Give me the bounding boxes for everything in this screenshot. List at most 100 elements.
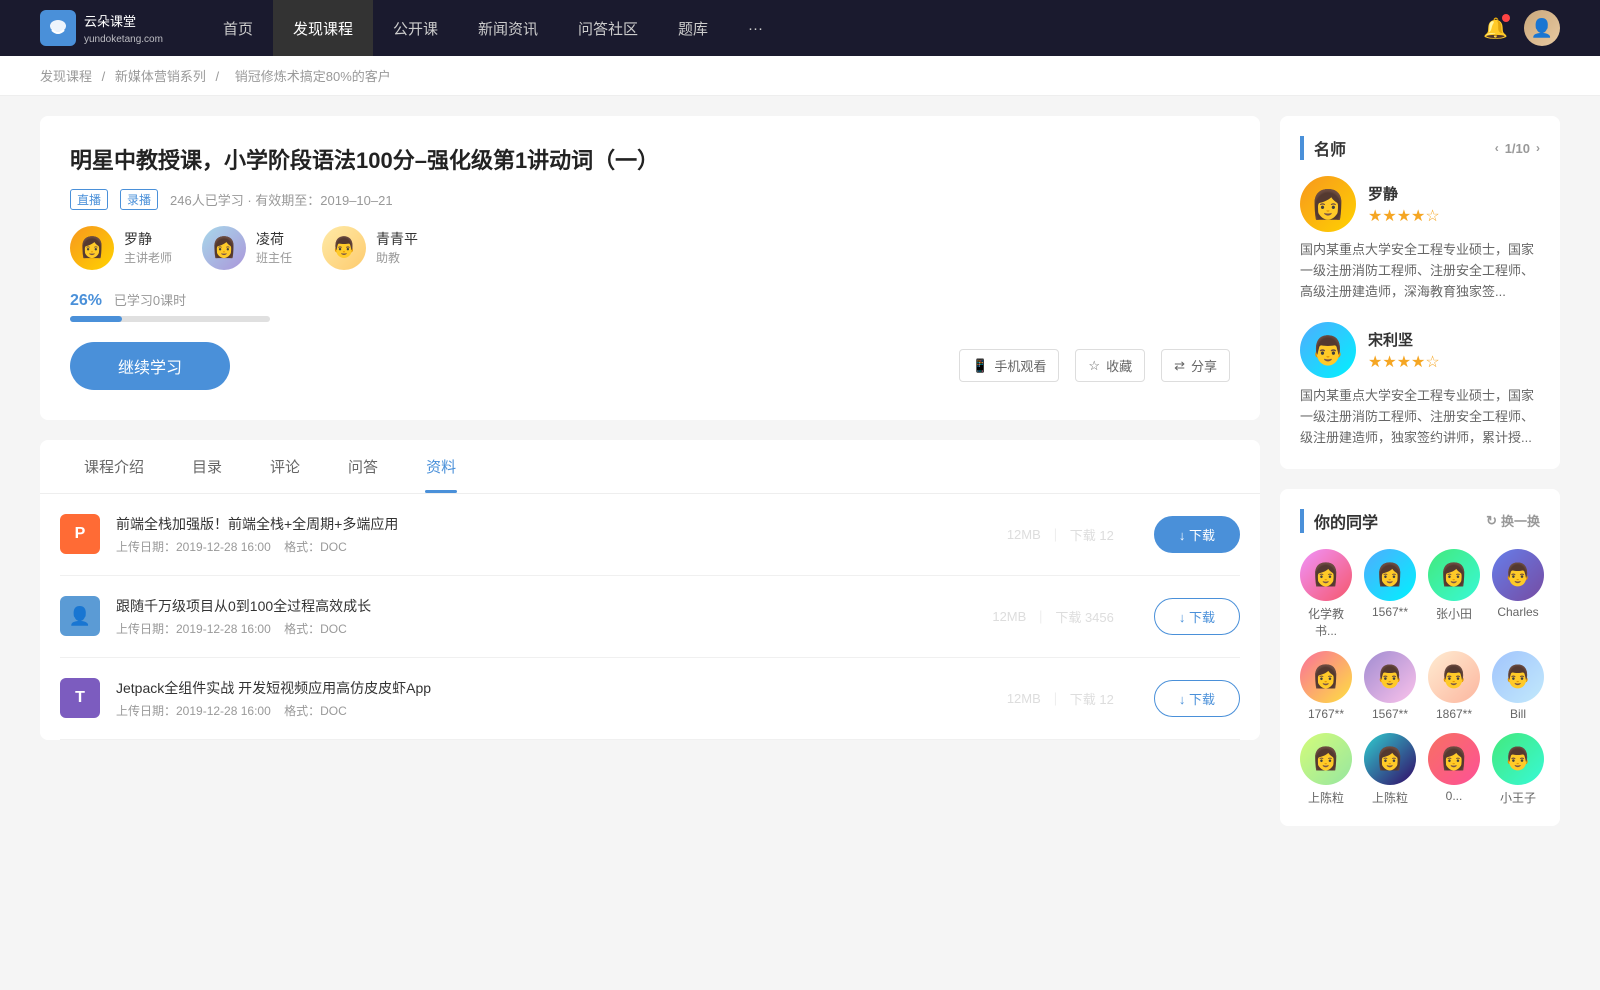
- teacher-1-avatar: 👩: [202, 226, 246, 270]
- download-button-0[interactable]: ↓ 下载: [1154, 516, 1240, 553]
- progress-bar-bg: [70, 316, 270, 322]
- teacher-1-role: 班主任: [256, 249, 292, 266]
- continue-button[interactable]: 继续学习: [70, 342, 230, 390]
- classmate-3-name: Charles: [1497, 605, 1538, 619]
- classmate-11[interactable]: 👨 小王子: [1492, 733, 1544, 806]
- share-icon: ⇄: [1174, 358, 1185, 374]
- tab-resources[interactable]: 资料: [402, 440, 480, 493]
- left-content: 明星中教授课，小学阶段语法100分–强化级第1讲动词（一） 直播 录播 246人…: [40, 116, 1260, 846]
- nav-more[interactable]: ···: [728, 0, 783, 56]
- teachers-sidebar-card: 名师 ‹ 1/10 › 👩 罗静 ★★★★☆ 国内某重点大学安全工程专业硕士，国…: [1280, 116, 1560, 469]
- teachers-section-title: 名师 ‹ 1/10 ›: [1300, 136, 1540, 160]
- progress-section: 26% 已学习0课时: [70, 290, 1230, 322]
- logo-icon: [40, 10, 76, 46]
- classmate-6-avatar: 👨: [1428, 651, 1480, 703]
- classmate-5[interactable]: 👨 1567**: [1364, 651, 1416, 721]
- classmate-4-name: 1767**: [1308, 707, 1344, 721]
- sidebar-teacher-1: 👨 宋利坚 ★★★★☆ 国内某重点大学安全工程专业硕士，国家一级注册消防工程师、…: [1300, 322, 1540, 448]
- teachers-list: 👩 罗静 主讲老师 👩 凌荷 班主任 👨 青青平: [70, 226, 1230, 270]
- share-button[interactable]: ⇄ 分享: [1161, 349, 1230, 382]
- progress-bar-fill: [70, 316, 122, 322]
- course-actions: 继续学习 📱 手机观看 ☆ 收藏 ⇄ 分享: [70, 342, 1230, 390]
- sidebar-teacher-1-avatar: 👨: [1300, 322, 1356, 378]
- course-title: 明星中教授课，小学阶段语法100分–强化级第1讲动词（一）: [70, 146, 1230, 177]
- tabs-header: 课程介绍 目录 评论 问答 资料: [40, 440, 1260, 494]
- classmate-8[interactable]: 👩 上陈粒: [1300, 733, 1352, 806]
- resource-icon-0: P: [60, 514, 100, 554]
- course-card: 明星中教授课，小学阶段语法100分–强化级第1讲动词（一） 直播 录播 246人…: [40, 116, 1260, 420]
- phone-icon: 📱: [972, 358, 988, 374]
- classmates-grid: 👩 化学教书... 👩 1567** 👩 张小田 👨 Charles 👩: [1300, 549, 1540, 806]
- classmate-4[interactable]: 👩 1767**: [1300, 651, 1352, 721]
- classmate-5-avatar: 👨: [1364, 651, 1416, 703]
- classmate-6[interactable]: 👨 1867**: [1428, 651, 1480, 721]
- nav-news[interactable]: 新闻资讯: [458, 0, 558, 56]
- sidebar-teacher-0: 👩 罗静 ★★★★☆ 国内某重点大学安全工程专业硕士，国家一级注册消防工程师、注…: [1300, 176, 1540, 302]
- breadcrumb-item-1[interactable]: 新媒体营销系列: [115, 69, 206, 84]
- nav-exam[interactable]: 题库: [658, 0, 728, 56]
- breadcrumb-item-0[interactable]: 发现课程: [40, 69, 92, 84]
- teacher-0-name: 罗静: [124, 229, 172, 249]
- resource-stats-1: 12MB ｜ 下载 3456: [992, 607, 1114, 626]
- classmate-6-name: 1867**: [1436, 707, 1472, 721]
- resource-details-1: 跟随千万级项目从0到100全过程高效成长 上传日期：2019-12-28 16:…: [116, 596, 952, 637]
- classmate-1[interactable]: 👩 1567**: [1364, 549, 1416, 639]
- classmate-3[interactable]: 👨 Charles: [1492, 549, 1544, 639]
- sidebar-teacher-1-stars: ★★★★☆: [1368, 352, 1440, 372]
- next-teacher-btn[interactable]: ›: [1536, 141, 1540, 155]
- classmate-0[interactable]: 👩 化学教书...: [1300, 549, 1352, 639]
- classmate-9[interactable]: 👩 上陈粒: [1364, 733, 1416, 806]
- teacher-0-avatar: 👩: [70, 226, 114, 270]
- classmate-8-name: 上陈粒: [1308, 789, 1344, 806]
- classmate-10-name: 0...: [1446, 789, 1463, 803]
- classmate-1-name: 1567**: [1372, 605, 1408, 619]
- course-meta: 直播 录播 246人已学习 · 有效期至：2019–10–21: [70, 189, 1230, 210]
- teacher-0-role: 主讲老师: [124, 249, 172, 266]
- classmates-sidebar-card: 你的同学 ↻ 换一换 👩 化学教书... 👩 1567** 👩 张小田: [1280, 489, 1560, 826]
- resource-name-1: 跟随千万级项目从0到100全过程高效成长: [116, 596, 952, 616]
- nav-discover[interactable]: 发现课程: [273, 0, 373, 56]
- classmate-8-avatar: 👩: [1300, 733, 1352, 785]
- prev-teacher-btn[interactable]: ‹: [1495, 141, 1499, 155]
- header-right: 🔔 👤: [1483, 10, 1560, 46]
- nav-qa[interactable]: 问答社区: [558, 0, 658, 56]
- classmate-9-avatar: 👩: [1364, 733, 1416, 785]
- tab-directory[interactable]: 目录: [168, 440, 246, 493]
- notification-bell[interactable]: 🔔: [1483, 16, 1508, 41]
- tab-qa[interactable]: 问答: [324, 440, 402, 493]
- classmate-3-avatar: 👨: [1492, 549, 1544, 601]
- sidebar-teacher-1-desc: 国内某重点大学安全工程专业硕士，国家一级注册消防工程师、注册安全工程师、级注册建…: [1300, 386, 1540, 448]
- classmate-2[interactable]: 👩 张小田: [1428, 549, 1480, 639]
- classmate-5-name: 1567**: [1372, 707, 1408, 721]
- download-button-2[interactable]: ↓ 下载: [1154, 680, 1240, 717]
- classmate-7[interactable]: 👨 Bill: [1492, 651, 1544, 721]
- download-button-1[interactable]: ↓ 下载: [1154, 598, 1240, 635]
- resource-details-2: Jetpack全组件实战 开发短视频应用高仿皮皮虾App 上传日期：2019-1…: [116, 678, 967, 719]
- resource-meta-0: 上传日期：2019-12-28 16:00 格式：DOC: [116, 538, 967, 555]
- resource-name-2: Jetpack全组件实战 开发短视频应用高仿皮皮虾App: [116, 678, 967, 698]
- nav-home[interactable]: 首页: [203, 0, 273, 56]
- classmate-11-avatar: 👨: [1492, 733, 1544, 785]
- notification-dot: [1502, 14, 1510, 22]
- tab-comments[interactable]: 评论: [246, 440, 324, 493]
- tab-intro[interactable]: 课程介绍: [60, 440, 168, 493]
- classmate-10[interactable]: 👩 0...: [1428, 733, 1480, 806]
- nav-open[interactable]: 公开课: [373, 0, 458, 56]
- header: 云朵课堂yundoketang.com 首页 发现课程 公开课 新闻资讯 问答社…: [0, 0, 1600, 56]
- collect-button[interactable]: ☆ 收藏: [1075, 349, 1145, 382]
- teacher-2: 👨 青青平 助教: [322, 226, 418, 270]
- progress-pct: 26%: [70, 292, 102, 309]
- classmate-2-name: 张小田: [1436, 605, 1472, 622]
- teacher-1-name: 凌荷: [256, 229, 292, 249]
- sidebar-teacher-0-avatar: 👩: [1300, 176, 1356, 232]
- badge-recorded: 录播: [120, 189, 158, 210]
- refresh-classmates-btn[interactable]: ↻ 换一换: [1486, 511, 1540, 530]
- resource-name-0: 前端全栈加强版！前端全栈+全周期+多端应用: [116, 514, 967, 534]
- sidebar-teacher-0-name: 罗静: [1368, 183, 1440, 204]
- star-icon: ☆: [1088, 358, 1100, 374]
- mobile-watch-button[interactable]: 📱 手机观看: [959, 349, 1059, 382]
- teacher-2-avatar: 👨: [322, 226, 366, 270]
- logo[interactable]: 云朵课堂yundoketang.com: [40, 10, 163, 46]
- refresh-icon: ↻: [1486, 513, 1497, 529]
- user-avatar[interactable]: 👤: [1524, 10, 1560, 46]
